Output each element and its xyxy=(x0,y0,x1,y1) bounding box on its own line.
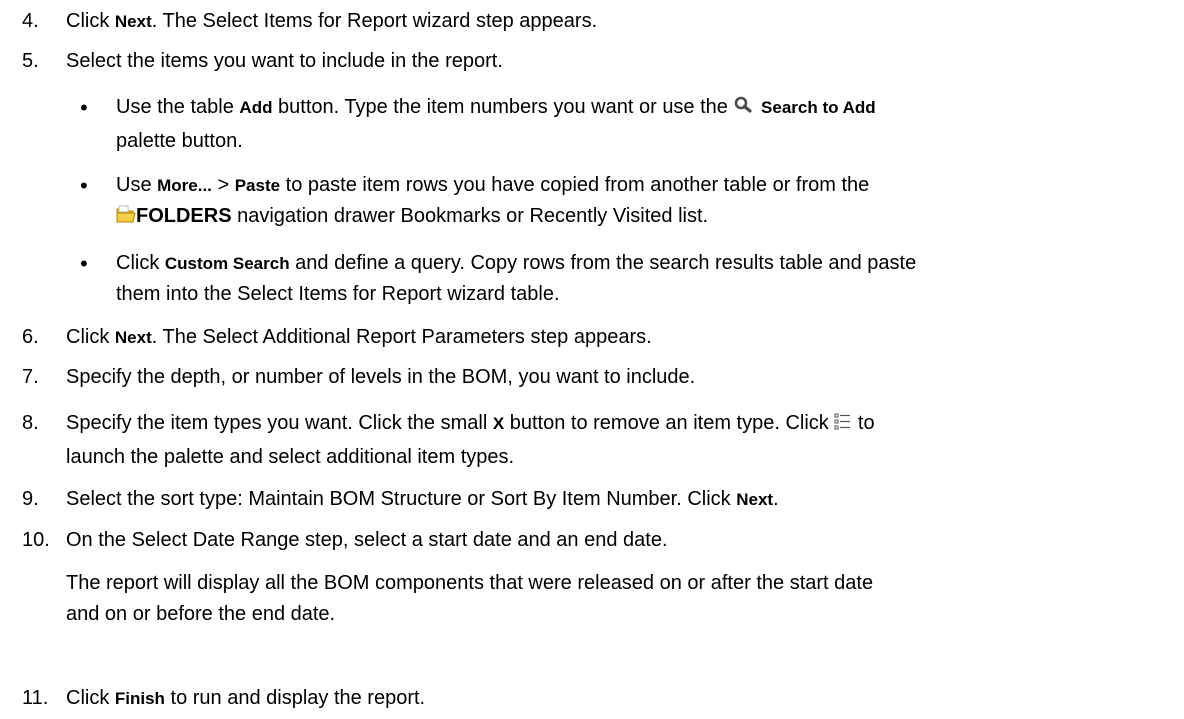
step-text: Click Next. The Select Items for Report … xyxy=(66,10,598,32)
bullet-text: Use More... > Paste to paste item rows y… xyxy=(116,170,1175,235)
folder-icon xyxy=(116,204,136,235)
step-number: 5. xyxy=(22,50,39,72)
step-7: 7. Specify the depth, or number of level… xyxy=(22,362,1172,393)
step-10-note: The report will display all the BOM comp… xyxy=(66,572,874,625)
paste-command: Paste xyxy=(234,176,281,195)
search-to-add-command: Search to Add xyxy=(761,98,876,117)
next-command: Next xyxy=(114,328,152,347)
add-command: Add xyxy=(239,98,273,117)
step-number: 7. xyxy=(22,366,39,388)
step-number: 11. xyxy=(22,687,49,709)
folders-label: FOLDERS xyxy=(136,205,232,227)
step-10: 10. On the Select Date Range step, selec… xyxy=(22,525,1172,556)
bullet-marker: • xyxy=(80,95,88,120)
step-4: 4. Click Next. The Select Items for Repo… xyxy=(22,6,1172,37)
bullet-marker: • xyxy=(80,251,88,276)
step-text: Specify the item types you want. Click t… xyxy=(66,411,875,468)
next-command: Next xyxy=(114,12,152,31)
bullet-text: Use the table Add button. Type the item … xyxy=(116,95,876,152)
step-number: 8. xyxy=(22,412,39,434)
bullet-add-button: • Use the table Add button. Type the ite… xyxy=(80,92,1175,157)
step-text: Specify the depth, or number of levels i… xyxy=(66,366,696,388)
step-number: 4. xyxy=(22,10,39,32)
list-palette-icon xyxy=(834,411,852,442)
step-6: 6. Click Next. The Select Additional Rep… xyxy=(22,322,1172,353)
step-number: 6. xyxy=(22,326,39,348)
step-text: Select the sort type: Maintain BOM Struc… xyxy=(66,488,779,510)
step-text: Click Finish to run and display the repo… xyxy=(66,687,426,709)
custom-search-command: Custom Search xyxy=(164,254,290,273)
step-11: 11. Click Finish to run and display the … xyxy=(22,683,1172,714)
magnifier-icon xyxy=(733,95,755,126)
step-text: Click Next. The Select Additional Report… xyxy=(66,326,652,348)
step-text: Select the items you want to include in … xyxy=(66,50,503,72)
step-number: 9. xyxy=(22,488,39,510)
step-5: 5. Select the items you want to include … xyxy=(22,46,1172,77)
bullet-paste: • Use More... > Paste to paste item rows… xyxy=(80,170,1175,235)
step-number: 10. xyxy=(22,529,50,551)
more-command: More... xyxy=(157,176,212,195)
bullet-custom-search: • Click Custom Search and define a query… xyxy=(80,248,1175,310)
finish-command: Finish xyxy=(114,689,165,708)
step-text: On the Select Date Range step, select a … xyxy=(66,529,668,551)
x-command: X xyxy=(492,414,505,433)
step-8: 8. Specify the item types you want. Clic… xyxy=(22,408,1172,473)
bullet-text: Click Custom Search and define a query. … xyxy=(116,252,917,305)
step-9: 9. Select the sort type: Maintain BOM St… xyxy=(22,484,1172,515)
next-command: Next xyxy=(736,490,774,509)
bullet-marker: • xyxy=(80,173,88,198)
